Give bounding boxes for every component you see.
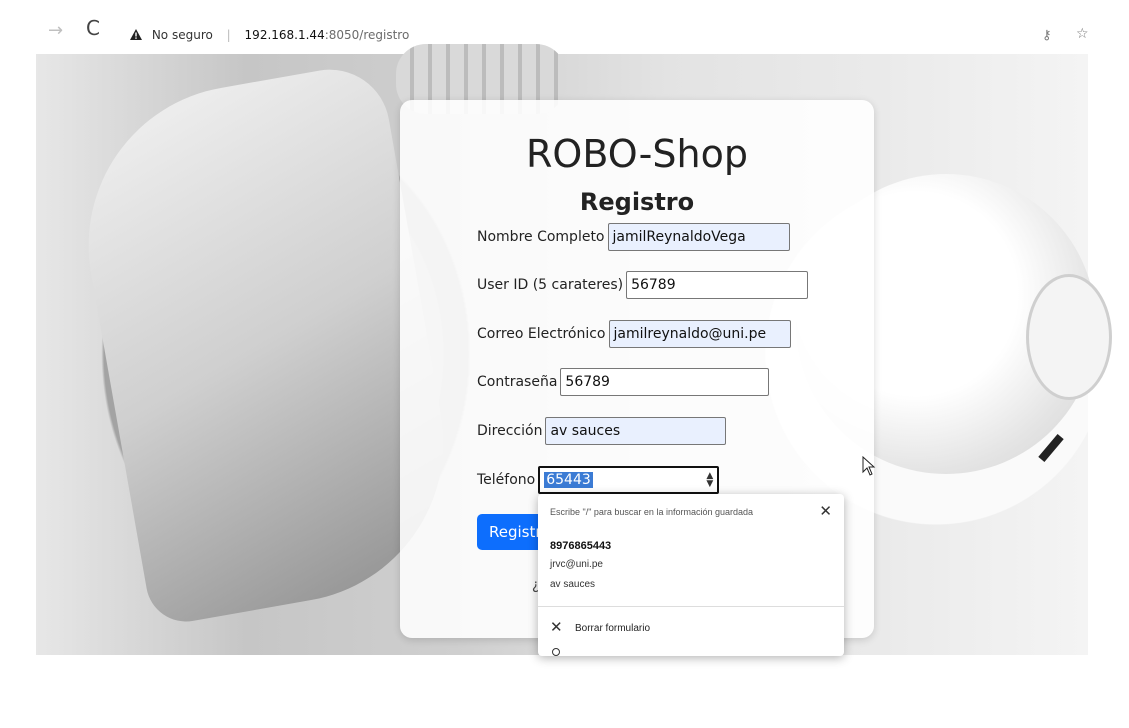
correo-input[interactable]: jamilreynaldo@uni.pe xyxy=(608,320,791,348)
field-correo: Correo Electrónico jamilreynaldo@uni.pe xyxy=(477,319,791,349)
autofill-popup: Escribe "/" para buscar en la informació… xyxy=(538,494,844,656)
security-label: No seguro xyxy=(151,28,213,42)
nombre-label: Nombre Completo xyxy=(477,229,605,245)
url-separator: | xyxy=(226,28,231,42)
correo-label: Correo Electrónico xyxy=(477,326,606,342)
userid-input[interactable]: 56789 xyxy=(626,271,809,299)
userid-label: User ID (5 carateres) xyxy=(477,277,624,293)
robot-eye-image xyxy=(1026,274,1112,400)
field-telefono: Teléfono 65443 ▲ ▼ xyxy=(477,465,720,495)
page-title: ROBO-Shop xyxy=(526,132,748,176)
telefono-label: Teléfono xyxy=(477,472,536,488)
contrasena-label: Contraseña xyxy=(477,374,558,390)
url-host: 192.168.1.44 xyxy=(244,28,325,42)
close-icon[interactable]: ✕ xyxy=(819,502,832,520)
direccion-input[interactable]: av sauces xyxy=(545,417,727,445)
field-contrasena: Contraseña 56789 xyxy=(477,367,770,397)
manage-icon[interactable] xyxy=(552,648,560,656)
field-direccion: Dirección av sauces xyxy=(477,416,727,446)
forward-icon[interactable]: → xyxy=(48,20,63,41)
telefono-value: 65443 xyxy=(544,472,593,488)
direccion-label: Dirección xyxy=(477,423,543,439)
telefono-input[interactable]: 65443 ▲ ▼ xyxy=(538,466,720,494)
field-nombre: Nombre Completo jamilReynaldoVega xyxy=(477,222,790,252)
clear-form-icon[interactable]: ✕ xyxy=(550,618,563,636)
popup-divider xyxy=(538,606,844,607)
contrasena-input[interactable]: 56789 xyxy=(560,368,770,396)
address-bar[interactable]: No seguro | 192.168.1.44:8050/registro xyxy=(130,28,409,43)
form-subtitle: Registro xyxy=(579,188,695,216)
suggestion-email[interactable]: jrvc@uni.pe xyxy=(550,559,603,570)
number-spinner-icon[interactable]: ▲ ▼ xyxy=(706,472,713,489)
field-userid: User ID (5 carateres) 56789 xyxy=(477,270,809,300)
suggestion-phone[interactable]: 8976865443 xyxy=(550,540,611,552)
warning-icon xyxy=(130,29,142,43)
suggestion-address[interactable]: av sauces xyxy=(550,579,595,590)
mouse-cursor-icon xyxy=(862,455,876,480)
browser-toolbar: → C No seguro | 192.168.1.44:8050/regist… xyxy=(0,0,1129,54)
nombre-input[interactable]: jamilReynaldoVega xyxy=(607,223,790,251)
star-icon[interactable]: ☆ xyxy=(1076,26,1089,42)
key-icon[interactable]: ⚷ xyxy=(1042,28,1052,43)
reload-icon[interactable]: C xyxy=(86,16,100,40)
clear-form-button[interactable]: Borrar formulario xyxy=(575,623,650,634)
url-path: :8050/registro xyxy=(324,28,410,42)
autofill-hint: Escribe "/" para buscar en la informació… xyxy=(550,507,754,517)
